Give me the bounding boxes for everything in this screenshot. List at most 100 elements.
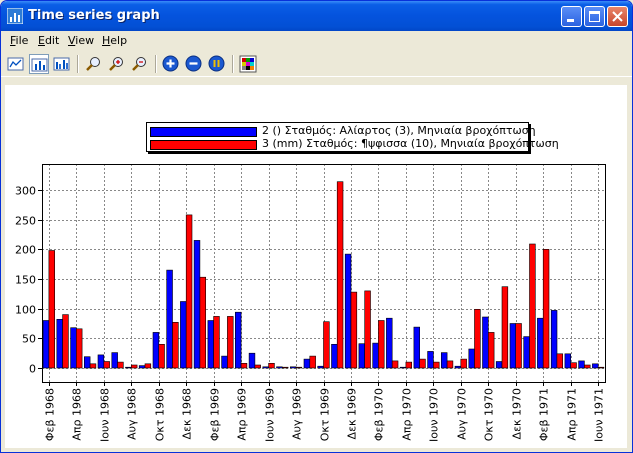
bar-chart: 0 50 100 150 200 250 300 Φεβ 1968 Απρ 1968 Ιουν … bbox=[15, 164, 606, 442]
x-tick-label: Φεβ 1970 bbox=[373, 388, 386, 441]
x-tick-label: Απρ 1970 bbox=[401, 388, 414, 441]
bar-series-1 bbox=[427, 351, 434, 369]
y-tick-label: 50 bbox=[22, 333, 36, 346]
x-tick-label: Φεβ 1968 bbox=[44, 388, 57, 441]
bar-series-1 bbox=[207, 320, 214, 369]
bar-series-1 bbox=[248, 352, 256, 369]
x-tick-label: Απρ 1968 bbox=[71, 388, 84, 441]
bar-series-1 bbox=[440, 352, 448, 369]
bar-series-2 bbox=[570, 362, 577, 369]
x-tick-label: Ιουν 1968 bbox=[99, 388, 112, 442]
bar-series-2 bbox=[158, 343, 165, 369]
x-tick-label: Οκτ 1968 bbox=[154, 388, 167, 441]
x-tick-label: Δεκ 1969 bbox=[346, 388, 359, 439]
bar-series-2 bbox=[460, 358, 467, 369]
bar-series-2 bbox=[117, 361, 124, 369]
bar-series-2 bbox=[323, 321, 330, 369]
bar-series-2 bbox=[501, 286, 509, 369]
bar-series-2 bbox=[89, 363, 97, 369]
bar-series-2 bbox=[336, 181, 344, 369]
x-tick-label: Αυγ 1970 bbox=[456, 388, 469, 440]
bar-series-1 bbox=[235, 311, 242, 369]
bar-series-2 bbox=[295, 366, 303, 369]
bars bbox=[42, 181, 605, 369]
bar-series-1 bbox=[276, 366, 283, 369]
bar-series-2 bbox=[350, 291, 358, 369]
bar-series-2 bbox=[227, 316, 234, 369]
bar-series-2 bbox=[529, 243, 536, 369]
bar-series-1 bbox=[97, 354, 105, 369]
bar-series-2 bbox=[213, 316, 220, 369]
bar-series-1 bbox=[221, 355, 228, 369]
x-tick-label: Φεβ 1971 bbox=[538, 388, 551, 441]
bar-series-1 bbox=[152, 332, 160, 369]
bar-series-1 bbox=[317, 365, 324, 369]
bar-series-1 bbox=[537, 317, 544, 369]
bar-series-1 bbox=[592, 363, 599, 369]
x-tick-label: Απρ 1969 bbox=[236, 388, 249, 441]
y-tick-label: 150 bbox=[15, 274, 36, 287]
bar-series-1 bbox=[509, 323, 517, 369]
bar-series-2 bbox=[185, 214, 193, 369]
bar-series-2 bbox=[268, 362, 275, 369]
bar-series-2 bbox=[281, 366, 289, 369]
bar-series-1 bbox=[125, 366, 132, 369]
bar-series-1 bbox=[413, 326, 420, 369]
bar-series-1 bbox=[372, 342, 379, 369]
bar-series-1 bbox=[262, 366, 269, 369]
bar-series-1 bbox=[138, 365, 146, 369]
y-tick-label: 100 bbox=[15, 304, 36, 317]
y-tick-label: 250 bbox=[15, 215, 36, 228]
bar-series-1 bbox=[482, 316, 489, 369]
x-tick-label: Ιουν 1971 bbox=[593, 388, 606, 442]
bar-series-1 bbox=[468, 348, 475, 369]
x-tick-label: Ιουν 1969 bbox=[264, 388, 277, 442]
bar-series-1 bbox=[454, 365, 462, 369]
x-tick-label: Απρ 1971 bbox=[566, 388, 579, 441]
bar-series-2 bbox=[433, 361, 440, 369]
bar-series-2 bbox=[597, 366, 605, 369]
x-tick-label: Οκτ 1970 bbox=[483, 388, 496, 441]
bar-series-2 bbox=[62, 314, 69, 369]
bar-series-2 bbox=[515, 323, 522, 369]
bar-series-1 bbox=[523, 336, 530, 369]
x-tick-label: Οκτ 1969 bbox=[319, 388, 332, 441]
bar-series-1 bbox=[42, 320, 50, 369]
bar-series-1 bbox=[386, 317, 393, 369]
bar-series-1 bbox=[111, 352, 118, 369]
y-tick-label: 0 bbox=[29, 363, 36, 376]
bar-series-2 bbox=[405, 361, 412, 369]
bar-series-1 bbox=[193, 240, 201, 369]
x-tick-label: Δεκ 1970 bbox=[511, 388, 524, 439]
bar-series-2 bbox=[542, 249, 550, 369]
bar-series-2 bbox=[487, 332, 495, 369]
bar-series-1 bbox=[303, 358, 311, 369]
time-series-graph-window: Time series graph File Edit View Help 0 … bbox=[0, 0, 633, 453]
bar-series-2 bbox=[103, 361, 110, 369]
bar-series-1 bbox=[495, 361, 503, 369]
legend-swatch bbox=[150, 140, 257, 150]
bar-series-1 bbox=[84, 356, 91, 369]
bar-series-2 bbox=[131, 364, 138, 369]
bar-series-1 bbox=[289, 366, 297, 369]
chart-legend: 2 () Σταθμός: Αλίαρτος (3), Μηνιαία βροχ… bbox=[146, 122, 559, 152]
bar-series-2 bbox=[364, 290, 371, 369]
bar-series-2 bbox=[199, 276, 206, 369]
bar-series-2 bbox=[584, 364, 591, 369]
bar-series-2 bbox=[378, 320, 385, 369]
legend-swatch bbox=[150, 127, 257, 137]
bar-series-1 bbox=[56, 318, 63, 369]
bar-series-2 bbox=[254, 364, 261, 369]
bar-series-1 bbox=[331, 343, 338, 369]
bar-series-1 bbox=[358, 343, 365, 369]
x-tick-labels: Φεβ 1968 Απρ 1968 Ιουν 1968 Αυγ 1968 Οκτ 196… bbox=[44, 388, 606, 442]
bar-series-2 bbox=[240, 362, 248, 369]
bar-series-1 bbox=[70, 327, 77, 369]
legend-label: 2 () Σταθμός: Αλίαρτος (3), Μηνιαία βροχ… bbox=[262, 124, 536, 137]
bar-series-1 bbox=[564, 353, 572, 369]
bar-series-2 bbox=[446, 360, 454, 369]
bar-series-1 bbox=[578, 360, 585, 369]
bar-series-2 bbox=[48, 250, 56, 369]
bar-series-1 bbox=[180, 301, 187, 369]
bar-series-2 bbox=[419, 358, 426, 369]
